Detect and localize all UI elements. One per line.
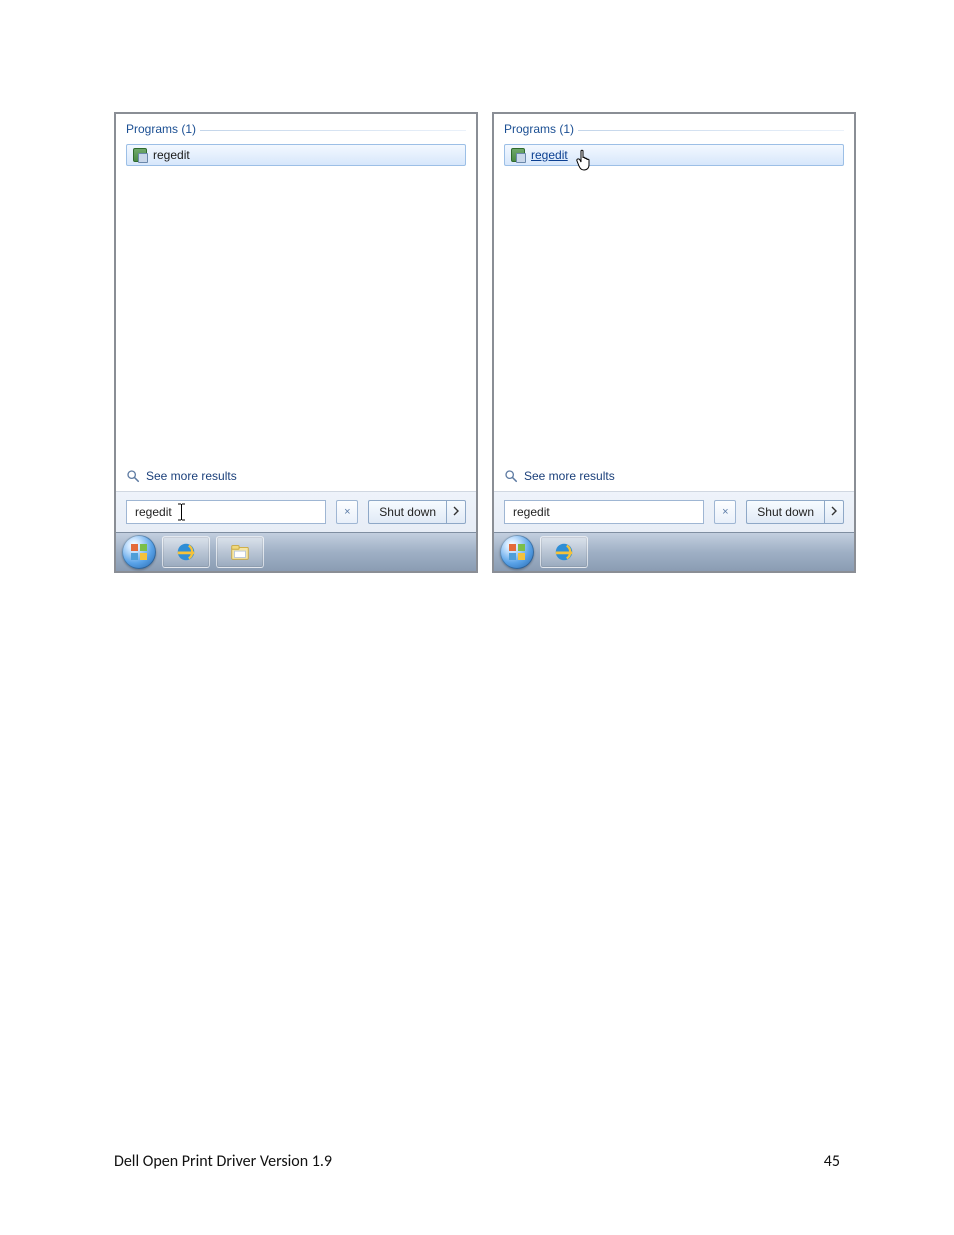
search-input-wrapper[interactable]	[126, 500, 326, 524]
search-input[interactable]	[133, 504, 319, 520]
search-input-wrapper[interactable]	[504, 500, 704, 524]
search-result-regedit[interactable]: regedit	[126, 144, 466, 166]
shutdown-label: Shut down	[379, 505, 436, 519]
regedit-icon	[511, 148, 525, 162]
result-group-header: Programs (1)	[504, 122, 844, 138]
start-menu-panel: Programs (1) regedit See more results	[114, 112, 478, 573]
footer-title: Dell Open Print Driver Version 1.9	[114, 1152, 332, 1171]
shutdown-options-button[interactable]	[824, 500, 844, 524]
search-result-label: regedit	[153, 148, 190, 162]
page-footer: Dell Open Print Driver Version 1.9 45	[114, 1152, 840, 1171]
search-bar: × Shut down	[494, 491, 854, 532]
page-number: 45	[824, 1152, 840, 1171]
taskbar-app-explorer[interactable]	[216, 536, 264, 568]
close-icon: ×	[344, 506, 350, 518]
start-orb[interactable]	[122, 535, 156, 569]
windows-logo-icon	[129, 542, 149, 562]
see-more-label: See more results	[524, 469, 615, 483]
see-more-results-link[interactable]: See more results	[126, 469, 237, 483]
shutdown-button[interactable]: Shut down	[746, 500, 824, 524]
search-result-regedit[interactable]: regedit	[504, 144, 844, 166]
clear-search-button[interactable]: ×	[336, 500, 358, 524]
search-result-label: regedit	[531, 148, 568, 162]
search-bar: × Shut down	[116, 491, 476, 532]
result-group-label: Programs (1)	[126, 122, 200, 136]
taskbar-app-ie[interactable]	[162, 536, 210, 568]
windows-logo-icon	[507, 542, 527, 562]
chevron-right-icon	[831, 503, 837, 521]
result-group-label: Programs (1)	[504, 122, 578, 136]
regedit-icon	[133, 148, 147, 162]
see-more-results-link[interactable]: See more results	[504, 469, 615, 483]
result-group-header: Programs (1)	[126, 122, 466, 138]
shutdown-options-button[interactable]	[446, 500, 466, 524]
shutdown-button[interactable]: Shut down	[368, 500, 446, 524]
search-icon	[126, 469, 140, 483]
shutdown-label: Shut down	[757, 505, 814, 519]
search-results-area: Programs (1) regedit S	[494, 114, 854, 491]
taskbar	[116, 532, 476, 571]
search-icon	[504, 469, 518, 483]
see-more-label: See more results	[146, 469, 237, 483]
search-input[interactable]	[511, 504, 697, 520]
taskbar	[494, 532, 854, 571]
shutdown-split-button[interactable]: Shut down	[746, 500, 844, 524]
screenshot-pair: Programs (1) regedit See more results	[114, 112, 856, 573]
close-icon: ×	[722, 506, 728, 518]
search-results-area: Programs (1) regedit See more results	[116, 114, 476, 491]
file-explorer-icon	[229, 541, 251, 563]
start-menu-panel: Programs (1) regedit S	[492, 112, 856, 573]
internet-explorer-icon	[553, 541, 575, 563]
chevron-right-icon	[453, 503, 459, 521]
pointer-cursor-icon	[575, 149, 593, 171]
shutdown-split-button[interactable]: Shut down	[368, 500, 466, 524]
document-page: Programs (1) regedit See more results	[0, 0, 954, 1235]
taskbar-app-ie[interactable]	[540, 536, 588, 568]
start-orb[interactable]	[500, 535, 534, 569]
clear-search-button[interactable]: ×	[714, 500, 736, 524]
internet-explorer-icon	[175, 541, 197, 563]
